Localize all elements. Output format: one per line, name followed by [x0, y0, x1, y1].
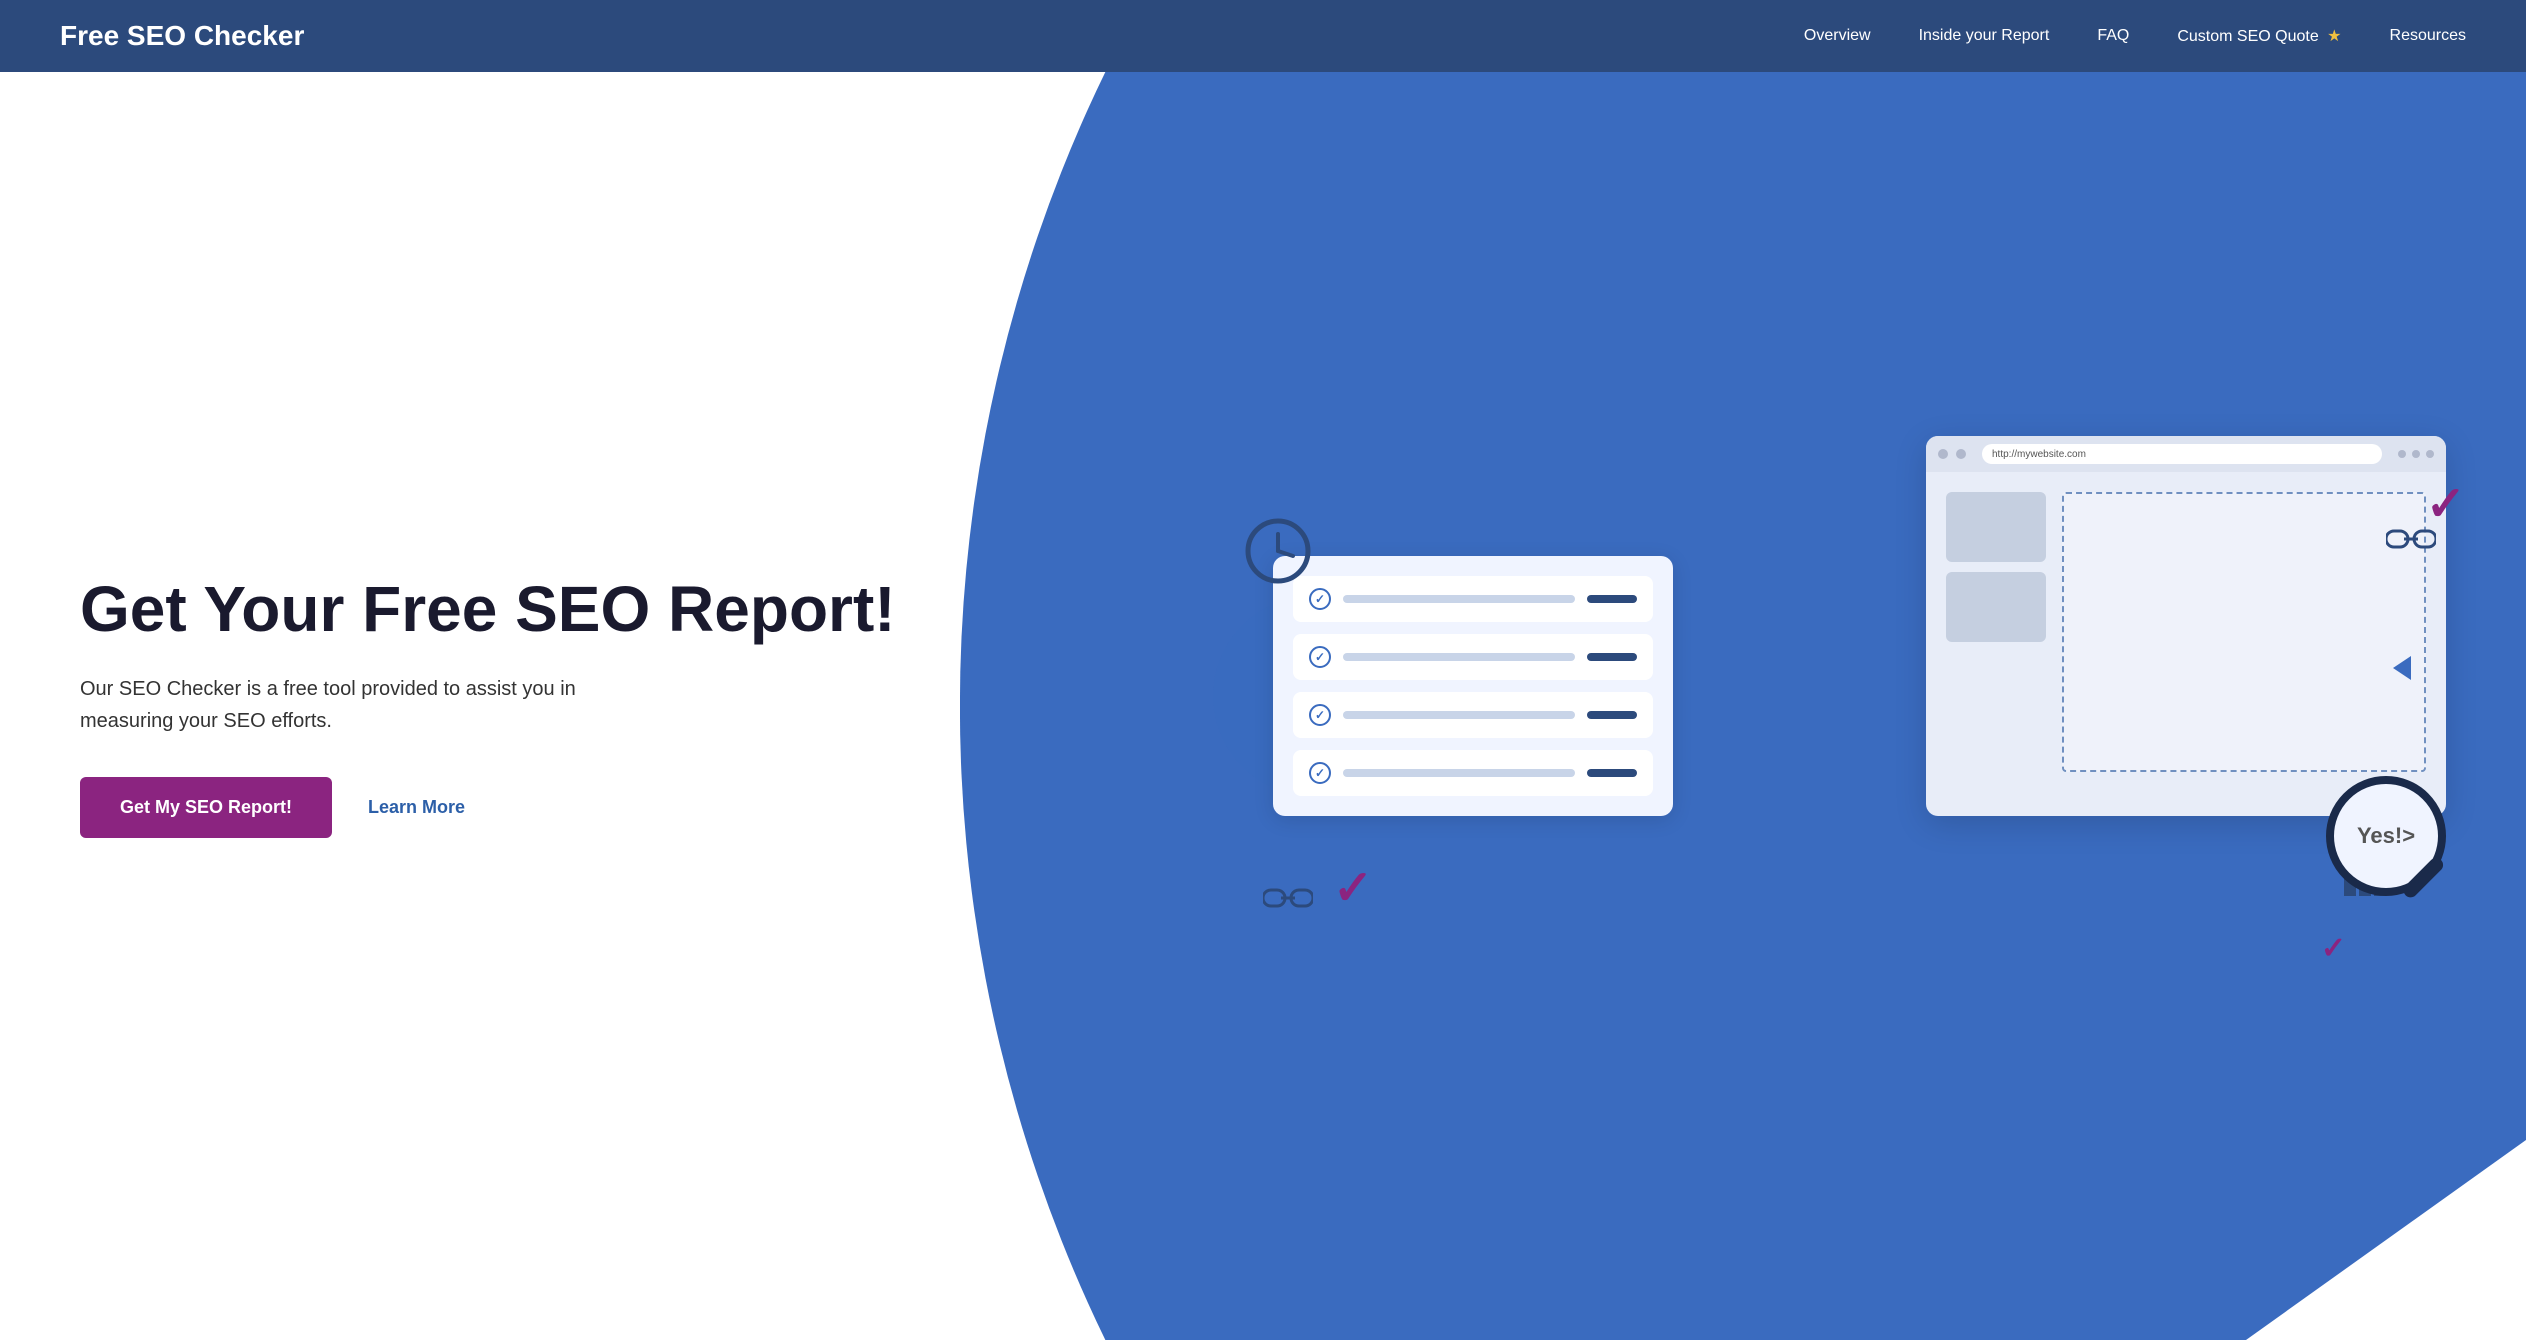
browser-main-area [2062, 492, 2426, 772]
checklist-bar-long-1 [1343, 595, 1575, 603]
nav-item-resources[interactable]: Resources [2390, 27, 2466, 45]
nav-item-overview[interactable]: Overview [1804, 27, 1871, 45]
checklist-bar-short-4 [1587, 769, 1637, 777]
magnifier-circle: Yes!> [2326, 776, 2446, 896]
browser-dot-2 [1956, 449, 1966, 459]
cta-button[interactable]: Get My SEO Report! [80, 777, 332, 838]
hero-description: Our SEO Checker is a free tool provided … [80, 673, 600, 737]
checklist-bar-long-3 [1343, 711, 1575, 719]
navbar: Free SEO Checker Overview Inside your Re… [0, 0, 2526, 72]
nav-item-quote[interactable]: Custom SEO Quote ★ [2177, 26, 2341, 46]
check-circle-1 [1309, 588, 1331, 610]
browser-sidebar [1946, 492, 2046, 772]
arrow-icon [2393, 656, 2411, 680]
checkmark-small-1: ✓ [2321, 931, 2346, 966]
nav-link-faq[interactable]: FAQ [2097, 27, 2129, 44]
browser-action-dot-1 [2398, 450, 2406, 458]
checkmark-large-1: ✓ [1333, 860, 1373, 916]
check-circle-3 [1309, 704, 1331, 726]
magnifier-text: Yes!> [2357, 823, 2415, 849]
hero-left: Get Your Free SEO Report! Our SEO Checke… [80, 574, 1273, 837]
checklist-bar-long-4 [1343, 769, 1575, 777]
magnifier-handle [2401, 855, 2446, 900]
clock-icon [1243, 516, 1313, 586]
site-logo[interactable]: Free SEO Checker [60, 20, 304, 52]
checklist-row-1 [1293, 576, 1653, 622]
browser-content [1926, 472, 2446, 792]
hero-illustration: http://mywebsite.com [1273, 416, 2466, 996]
browser-dot-1 [1938, 449, 1948, 459]
checklist-bar-short-2 [1587, 653, 1637, 661]
learn-more-link[interactable]: Learn More [368, 797, 465, 818]
checkmark-large-2: ✓ [2426, 476, 2466, 532]
nav-link-resources[interactable]: Resources [2390, 27, 2466, 44]
nav-links: Overview Inside your Report FAQ Custom S… [1804, 26, 2466, 46]
browser-url: http://mywebsite.com [1982, 444, 2382, 464]
checklist-row-2 [1293, 634, 1653, 680]
check-circle-2 [1309, 646, 1331, 668]
star-icon: ★ [2327, 28, 2341, 45]
checklist-row-3 [1293, 692, 1653, 738]
hero-actions: Get My SEO Report! Learn More [80, 777, 1233, 838]
checklist-bar-short-1 [1587, 595, 1637, 603]
checklist-bar-long-2 [1343, 653, 1575, 661]
nav-link-overview[interactable]: Overview [1804, 27, 1871, 44]
hero-title: Get Your Free SEO Report! [80, 574, 1233, 644]
checklist-row-4 [1293, 750, 1653, 796]
hero-section: Get Your Free SEO Report! Our SEO Checke… [0, 72, 2526, 1340]
browser-action-dot-2 [2412, 450, 2420, 458]
magnifier-icon: Yes!> [2326, 776, 2486, 936]
browser-bar: http://mywebsite.com [1926, 436, 2446, 472]
sidebar-block-2 [1946, 572, 2046, 642]
nav-item-inside-report[interactable]: Inside your Report [1919, 27, 2050, 45]
nav-link-inside-report[interactable]: Inside your Report [1919, 27, 2050, 44]
browser-action-dot-3 [2426, 450, 2434, 458]
sidebar-block-1 [1946, 492, 2046, 562]
link-chain-icon-bottom [1263, 886, 1313, 916]
nav-link-quote[interactable]: Custom SEO Quote ★ [2177, 28, 2341, 45]
checklist-bar-short-3 [1587, 711, 1637, 719]
checklist-card [1273, 556, 1673, 816]
nav-item-faq[interactable]: FAQ [2097, 27, 2129, 45]
browser-mockup: http://mywebsite.com [1926, 436, 2446, 816]
check-circle-4 [1309, 762, 1331, 784]
browser-actions [2398, 450, 2434, 458]
